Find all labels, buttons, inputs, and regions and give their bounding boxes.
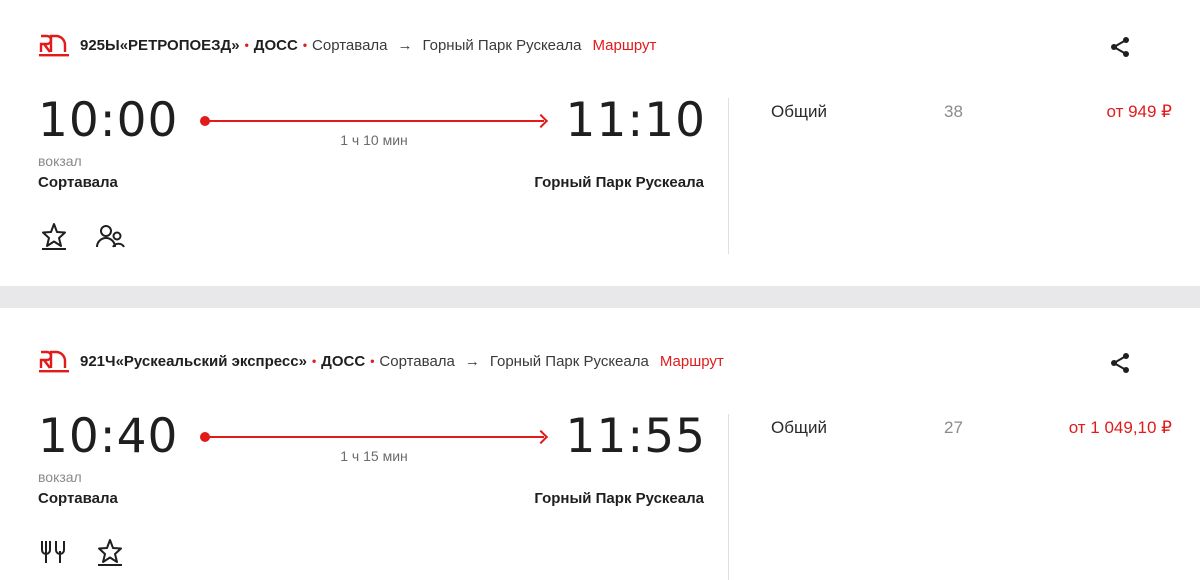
departure-station-type: вокзал (38, 153, 82, 169)
fare-class: Общий (771, 418, 827, 437)
arrival-time: 11:55 (565, 409, 706, 464)
premium-star-icon[interactable] (94, 536, 126, 568)
rzd-logo-icon (39, 350, 69, 373)
arrival-station: Горный Парк Рускеала (534, 490, 704, 507)
arrival-time: 11:10 (565, 93, 706, 148)
fare-seats: 27 (944, 418, 963, 437)
separator-dot: • (370, 354, 375, 368)
fare-price[interactable]: от 949 ₽ (1107, 102, 1173, 122)
journey-arrow (200, 429, 549, 445)
route-from: Сортавала (379, 352, 455, 370)
carrier-name: ДОСС (321, 352, 366, 370)
route-to: Горный Парк Рускеала (422, 36, 582, 54)
train-card: 921Ч«Рускеальский экспресс» • ДОСС • Сор… (0, 308, 1200, 580)
separator-dot: • (311, 354, 317, 368)
fare-row[interactable]: Общий 38 от 949 ₽ (771, 102, 1172, 126)
share-icon[interactable] (1108, 351, 1132, 375)
premium-star-icon[interactable] (38, 220, 70, 252)
departure-station-type: вокзал (38, 469, 82, 485)
route-to: Горный Парк Рускеала (489, 352, 649, 370)
route-arrow: → (464, 352, 480, 370)
rzd-logo-icon (39, 34, 69, 57)
carrier-name: ДОСС (253, 36, 298, 54)
departure-time: 10:00 (38, 93, 179, 148)
arrival-station: Горный Парк Рускеала (534, 174, 704, 191)
fare-seats: 38 (944, 102, 963, 121)
travel-duration: 1 ч 10 мин (340, 132, 408, 148)
column-divider (728, 98, 729, 254)
travel-duration: 1 ч 15 мин (340, 448, 408, 464)
departure-time: 10:40 (38, 409, 179, 464)
card-separator (0, 286, 1200, 308)
separator-dot: • (302, 38, 308, 52)
fare-price[interactable]: от 1 049,10 ₽ (1069, 418, 1172, 438)
fare-class: Общий (771, 102, 827, 121)
train-features (38, 536, 150, 568)
journey-arrow (200, 113, 549, 129)
column-divider (728, 414, 729, 580)
passengers-icon[interactable] (94, 220, 126, 252)
separator-dot: • (244, 38, 249, 52)
departure-station: Сортавала (38, 490, 118, 507)
train-features (38, 220, 150, 252)
route-from: Сортавала (312, 36, 388, 54)
share-icon[interactable] (1108, 35, 1132, 59)
fare-row[interactable]: Общий 27 от 1 049,10 ₽ (771, 418, 1172, 442)
train-card: 925Ы«РЕТРОПОЕЗД» • ДОСС • Сортавала → Го… (0, 0, 1200, 286)
schedule: 10:00 1 ч 10 мин 11:10 (38, 92, 706, 152)
train-header: 921Ч«Рускеальский экспресс» • ДОСС • Сор… (38, 348, 1170, 374)
schedule: 10:40 1 ч 15 мин 11:55 (38, 408, 706, 468)
train-number-name: 921Ч«Рускеальский экспресс» (80, 352, 307, 370)
route-link[interactable]: Маршрут (660, 353, 724, 370)
train-number-name: 925Ы«РЕТРОПОЕЗД» (80, 36, 240, 54)
route-link[interactable]: Маршрут (592, 37, 656, 54)
route-arrow: → (397, 36, 413, 54)
restaurant-icon[interactable] (38, 536, 70, 568)
train-header: 925Ы«РЕТРОПОЕЗД» • ДОСС • Сортавала → Го… (38, 32, 1170, 58)
departure-station: Сортавала (38, 174, 118, 191)
